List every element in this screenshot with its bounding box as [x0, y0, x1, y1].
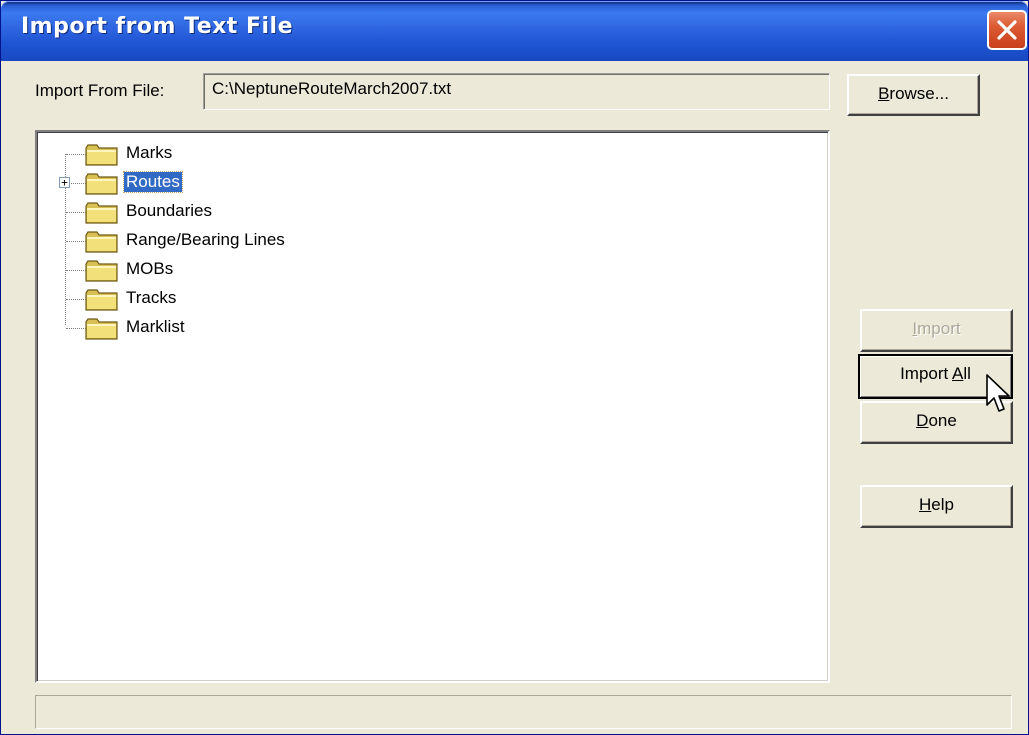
tree-connector: [66, 212, 86, 213]
category-tree[interactable]: Marks + Routes Boundaries Range/Bearing Line…: [35, 130, 830, 683]
folder-icon: [85, 260, 118, 282]
browse-button[interactable]: Browse...: [847, 74, 980, 116]
tree-item-label: Boundaries: [126, 201, 213, 220]
import-all-label-rest: ll: [963, 364, 971, 383]
window-title: Import from Text File: [21, 14, 294, 39]
folder-icon: [85, 318, 118, 340]
tree-item-label: Range/Bearing Lines: [126, 230, 285, 249]
close-button[interactable]: [987, 10, 1027, 50]
folder-icon: [85, 202, 118, 224]
help-label: elp: [931, 495, 954, 514]
tree-item[interactable]: Tracks: [37, 285, 737, 313]
tree-item-label: Marks: [126, 143, 173, 162]
done-label: one: [928, 411, 957, 430]
tree-item[interactable]: Marks: [37, 140, 737, 168]
tree-item[interactable]: Marklist: [37, 314, 737, 342]
import-all-label-prefix: Import: [900, 364, 953, 383]
folder-icon: [85, 173, 118, 195]
folder-icon: [85, 231, 118, 253]
tree-item-label: Routes: [123, 171, 183, 193]
import-all-button[interactable]: Import All: [858, 354, 1013, 399]
help-button[interactable]: Help: [860, 485, 1013, 528]
expand-icon[interactable]: +: [59, 177, 70, 188]
browse-mnemonic: B: [878, 84, 890, 103]
import-label: mport: [917, 319, 961, 338]
help-mnemonic: H: [919, 495, 932, 514]
title-bar[interactable]: Import from Text File: [1, 1, 1028, 61]
tree-item[interactable]: Range/Bearing Lines: [37, 227, 737, 255]
file-path-field[interactable]: C:\NeptuneRouteMarch2007.txt: [203, 73, 830, 110]
tree-connector: [66, 299, 86, 300]
import-button[interactable]: Import: [860, 309, 1013, 352]
folder-icon: [85, 144, 118, 166]
import-all-mnemonic: A: [952, 364, 964, 383]
tree-item-label: Tracks: [126, 288, 177, 307]
tree-connector: [66, 270, 86, 271]
tree-connector: [66, 241, 86, 242]
tree-item[interactable]: Boundaries: [37, 198, 737, 226]
tree-item-label: Marklist: [126, 317, 185, 336]
tree-item-label: MOBs: [126, 259, 174, 278]
import-from-file-label: Import From File:: [35, 81, 165, 100]
done-button[interactable]: Done: [860, 401, 1013, 444]
close-icon: [997, 20, 1017, 40]
tree-item[interactable]: + Routes: [37, 169, 737, 197]
done-mnemonic: D: [916, 411, 929, 430]
status-bar: [35, 695, 1012, 729]
browse-label: rowse...: [889, 84, 949, 103]
tree-connector: [66, 328, 86, 329]
import-dialog: Import from Text File Import From File: …: [0, 0, 1029, 735]
folder-icon: [85, 289, 118, 311]
tree-connector: [66, 154, 86, 155]
tree-item[interactable]: MOBs: [37, 256, 737, 284]
